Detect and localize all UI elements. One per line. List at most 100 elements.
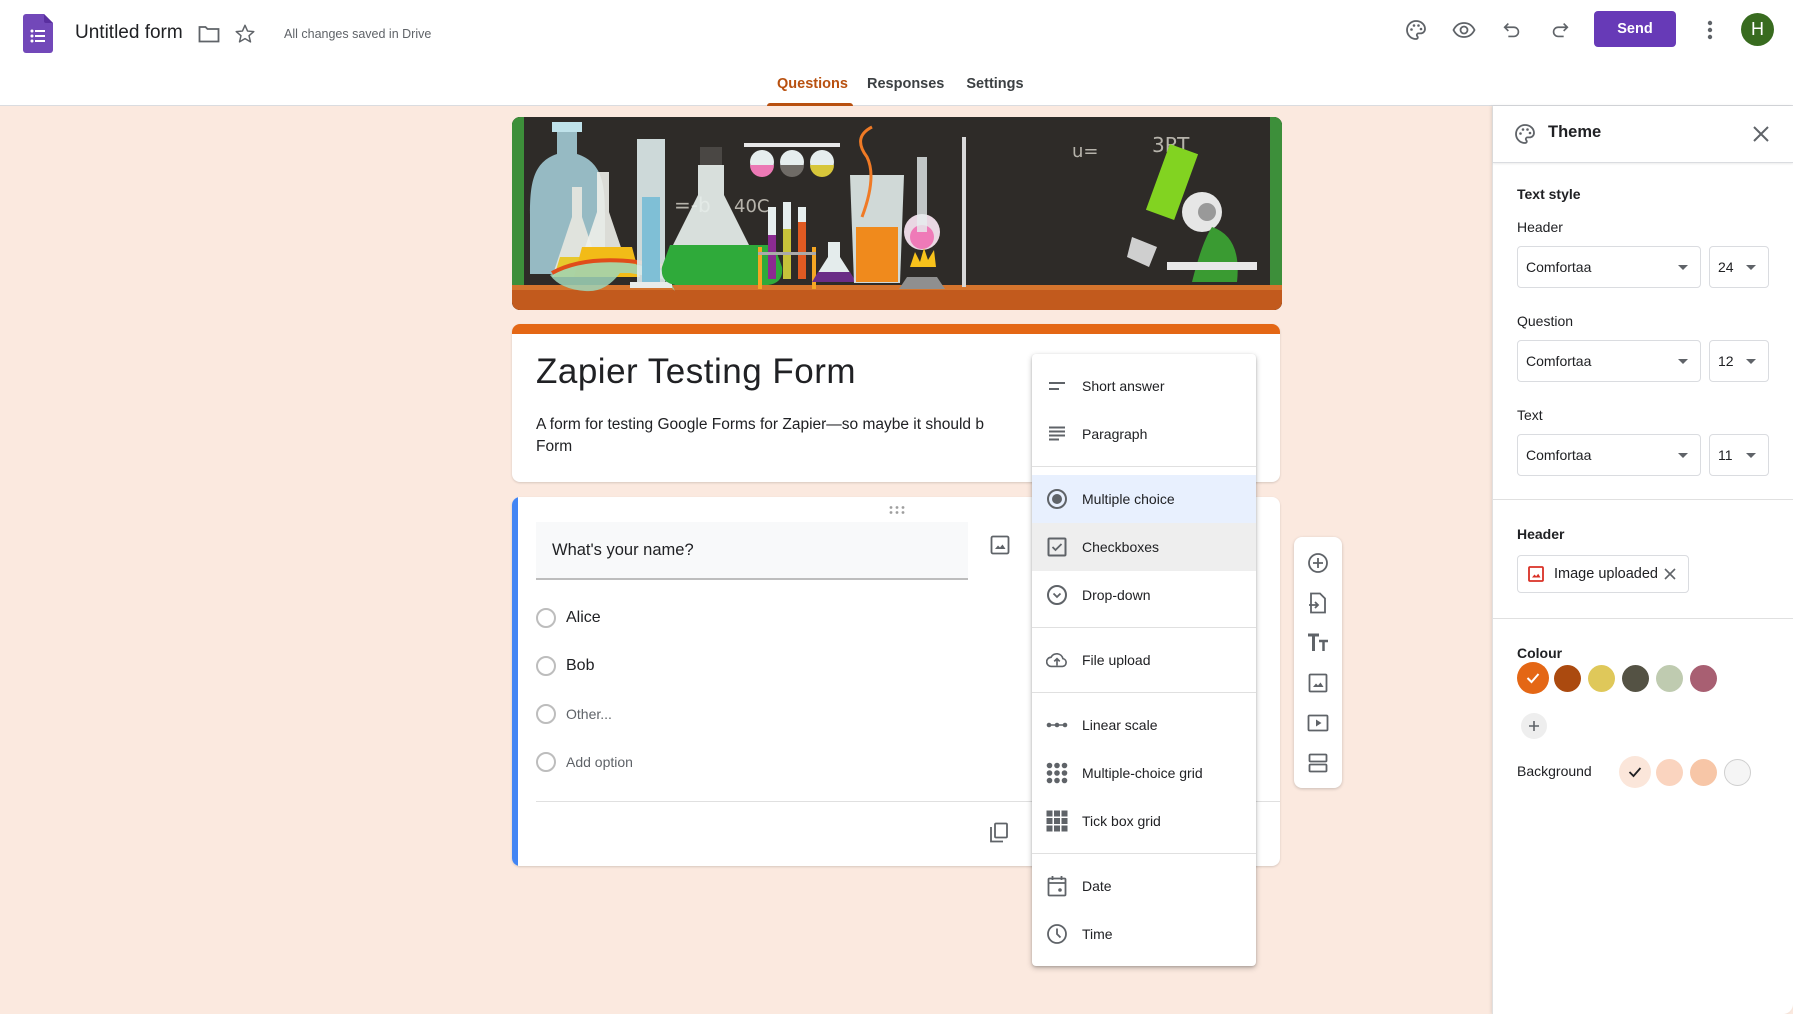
tab-settings[interactable]: Settings [956,76,1033,106]
background-swatch[interactable] [1655,758,1683,786]
header-font-select[interactable]: Comfortaa [1517,246,1701,288]
star-button[interactable] [232,21,258,47]
colour-swatch[interactable] [1517,662,1549,694]
add-option-link[interactable]: Add option [566,754,633,770]
menu-item-date[interactable]: Date [1032,862,1256,910]
laboratory-illustration: =-b 40C 3RT u= [512,117,1282,310]
menu-item-time[interactable]: Time [1032,910,1256,958]
forms-logo-icon[interactable] [23,14,53,53]
redo-button[interactable] [1544,14,1576,46]
text-font-select[interactable]: Comfortaa [1517,434,1701,476]
menu-item-label: Multiple choice [1082,491,1175,507]
option-label[interactable]: Bob [566,657,594,675]
theme-panel-header: Theme [1493,106,1793,163]
select-value: 11 [1718,447,1733,463]
customize-theme-button[interactable] [1400,14,1432,46]
active-question-indicator [512,497,518,866]
image-icon [1528,566,1544,582]
duplicate-question-button[interactable] [986,820,1012,846]
form-description[interactable]: A form for testing Google Forms for Zapi… [536,414,1056,458]
document-title[interactable]: Untitled form [75,22,183,44]
preview-button[interactable] [1448,14,1480,46]
question-size-select[interactable]: 12 [1709,340,1769,382]
tab-questions[interactable]: Questions [767,76,853,106]
add-section-button[interactable] [1306,751,1330,775]
add-image-button[interactable] [1306,671,1330,695]
menu-item-short-answer[interactable]: Short answer [1032,362,1256,410]
option-label-other[interactable]: Other... [566,706,612,722]
drag-handle-icon[interactable] [888,505,906,515]
menu-item-label: Checkboxes [1082,539,1160,555]
colour-swatch[interactable] [1621,664,1649,692]
close-icon[interactable] [1749,122,1773,146]
header-font-label: Header [1517,219,1563,235]
account-avatar[interactable]: H [1741,13,1774,46]
question-title-input[interactable]: What's your name? [536,522,968,580]
menu-item-multiple-choice[interactable]: Multiple choice [1032,475,1256,523]
colour-swatch[interactable] [1655,664,1683,692]
form-description-line: Form [536,438,573,455]
colour-swatch[interactable] [1553,664,1581,692]
star-icon [235,24,255,43]
option-row-other[interactable]: Other... [536,699,612,729]
caret-down-icon [1746,359,1756,364]
option-row[interactable]: Bob [536,651,594,681]
clock-icon [1047,924,1067,944]
add-section-icon [1308,753,1328,773]
menu-item-multiple-choice-grid[interactable]: Multiple-choice grid [1032,749,1256,797]
send-button[interactable]: Send [1594,11,1676,47]
caret-down-icon [1746,453,1756,458]
menu-item-label: Short answer [1082,378,1165,394]
undo-button[interactable] [1496,14,1528,46]
import-questions-icon [1309,592,1326,614]
option-label[interactable]: Alice [566,609,601,627]
menu-item-label: Drop-down [1082,587,1151,603]
background-swatch[interactable] [1723,758,1751,786]
text-size-select[interactable]: 11 [1709,434,1769,476]
paragraph-icon [1049,426,1065,441]
select-value: Comfortaa [1526,447,1592,463]
square-grid-icon [1046,810,1068,832]
add-question-image-button[interactable] [988,533,1012,557]
add-title-button[interactable] [1306,631,1330,655]
more-options-button[interactable] [1696,14,1724,46]
background-label: Background [1517,763,1592,779]
colour-swatch[interactable] [1689,664,1717,692]
svg-text:u=: u= [1072,141,1099,162]
add-title-icon [1308,633,1328,651]
menu-item-paragraph[interactable]: Paragraph [1032,410,1256,458]
add-option-row[interactable]: Add option [536,747,633,777]
add-custom-colour-button[interactable] [1521,713,1547,739]
menu-item-tick-box-grid[interactable]: Tick box grid [1032,797,1256,845]
move-to-folder-button[interactable] [196,21,222,47]
palette-icon [1515,124,1535,144]
menu-item-checkboxes[interactable]: Checkboxes [1032,523,1256,571]
caret-down-icon [1746,265,1756,270]
remove-image-icon[interactable] [1662,566,1678,582]
question-type-menu: Short answer Paragraph Multiple choice C… [1032,354,1256,966]
menu-item-file-upload[interactable]: File upload [1032,636,1256,684]
radio-icon [536,656,556,676]
check-icon [1628,767,1642,778]
background-swatch[interactable] [1619,756,1651,788]
menu-item-drop-down[interactable]: Drop-down [1032,571,1256,619]
form-title[interactable]: Zapier Testing Form [536,352,856,392]
option-row[interactable]: Alice [536,603,601,633]
question-font-select[interactable]: Comfortaa [1517,340,1701,382]
tab-responses[interactable]: Responses [857,76,954,106]
checkbox-icon [1047,537,1067,557]
add-video-button[interactable] [1306,711,1330,735]
theme-panel-title: Theme [1548,123,1602,141]
colour-swatch[interactable] [1587,664,1615,692]
menu-item-label: Linear scale [1082,717,1158,733]
header-image-chip[interactable]: Image uploaded [1517,555,1689,593]
copy-icon [990,822,1008,843]
background-swatch[interactable] [1689,758,1717,786]
cloud-upload-icon [1046,653,1067,668]
header-size-select[interactable]: 24 [1709,246,1769,288]
radio-icon [1047,489,1067,509]
import-questions-button[interactable] [1306,591,1330,615]
menu-item-linear-scale[interactable]: Linear scale [1032,701,1256,749]
eye-icon [1452,22,1476,38]
add-question-button[interactable] [1306,551,1330,575]
